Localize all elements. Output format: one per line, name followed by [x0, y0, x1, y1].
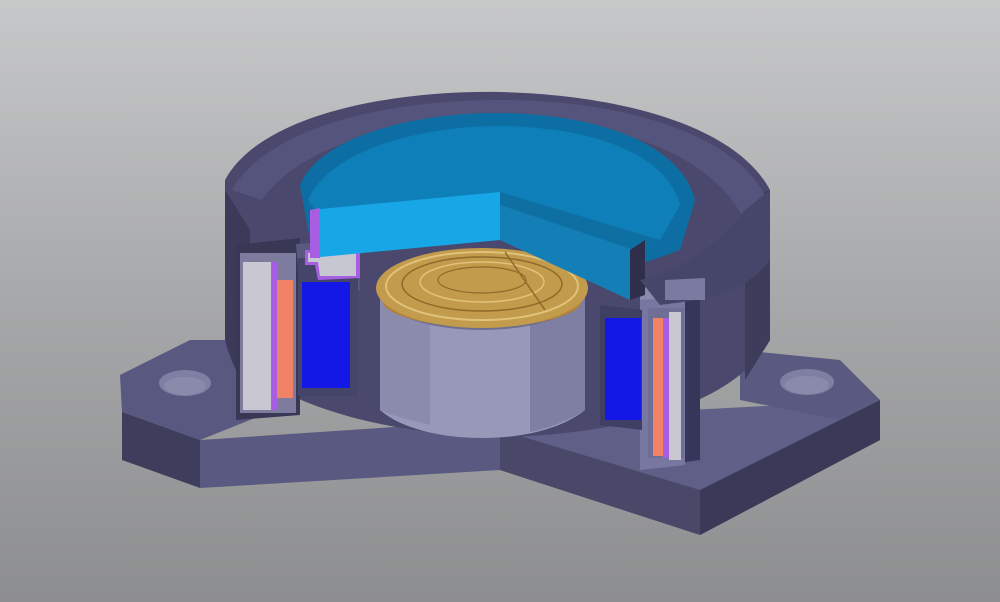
bolt-hole-left: [159, 370, 211, 396]
right-coil-pad: [653, 318, 663, 456]
left-bushing: [243, 262, 271, 410]
right-liner: [663, 318, 669, 458]
left-magnet-block: [302, 282, 350, 388]
bolt-hole-right: [780, 369, 834, 395]
left-coil-pad: [277, 280, 293, 398]
left-section: [236, 238, 360, 420]
right-magnet-block: [605, 318, 641, 420]
cad-viewport[interactable]: [0, 0, 1000, 602]
right-bushing: [669, 312, 681, 460]
left-liner: [271, 262, 277, 410]
cutaway-model: [120, 91, 880, 535]
